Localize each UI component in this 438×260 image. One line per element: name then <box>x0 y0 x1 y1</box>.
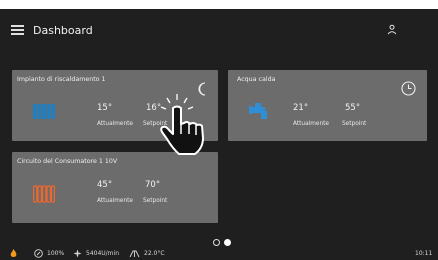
screen: Dashboard Impianto di riscaldamento 1 15… <box>0 9 438 260</box>
radiator-icon <box>33 104 55 119</box>
card-consumer-circuit-1[interactable]: Circuito del Consumatore 1 10V 45° Attua… <box>12 152 218 223</box>
outdoor-temperature: 22.0°C <box>144 250 165 257</box>
setpoint-temperature: 55° <box>345 103 361 113</box>
current-label: Attualmente <box>97 121 133 127</box>
pump-icon <box>34 249 43 258</box>
radiator-icon <box>33 185 55 203</box>
card-title: Circuito del Consumatore 1 10V <box>17 158 118 165</box>
setpoint-temperature: 70° <box>145 180 161 190</box>
setpoint-label: Setpoint <box>342 121 367 127</box>
card-title: Impianto di riscaldamento 1 <box>17 76 106 83</box>
current-label: Attualmente <box>97 198 133 204</box>
setpoint-label: Setpoint <box>143 198 168 204</box>
pump-value: 100% <box>47 250 65 257</box>
fan-speed: 5404U/min <box>86 250 119 257</box>
status-bar: 100% 5404U/min 22.0°C 10:11 <box>0 249 438 260</box>
faucet-icon <box>249 103 267 119</box>
card-hot-water[interactable]: Acqua calda 21° Attualmente 55° Setpoint <box>228 70 427 141</box>
current-temperature: 45° <box>97 180 113 190</box>
fan-icon <box>73 249 82 258</box>
touch-hand-icon <box>160 94 204 155</box>
outdoor-temperature-icon <box>129 250 140 258</box>
user-icon[interactable] <box>386 24 398 36</box>
page-dot-1[interactable] <box>213 239 220 246</box>
flame-icon <box>10 249 17 257</box>
clock-icon[interactable] <box>401 81 416 96</box>
current-temperature: 21° <box>293 103 309 113</box>
page-dot-2-active[interactable] <box>224 239 231 246</box>
menu-icon[interactable] <box>11 25 24 35</box>
current-temperature: 15° <box>97 103 113 113</box>
page-indicator <box>213 239 233 247</box>
card-title: Acqua calda <box>237 76 276 83</box>
clock-time: 10:11 <box>415 250 433 257</box>
header: Dashboard <box>0 9 438 53</box>
current-label: Attualmente <box>293 121 329 127</box>
page-title: Dashboard <box>33 24 93 37</box>
